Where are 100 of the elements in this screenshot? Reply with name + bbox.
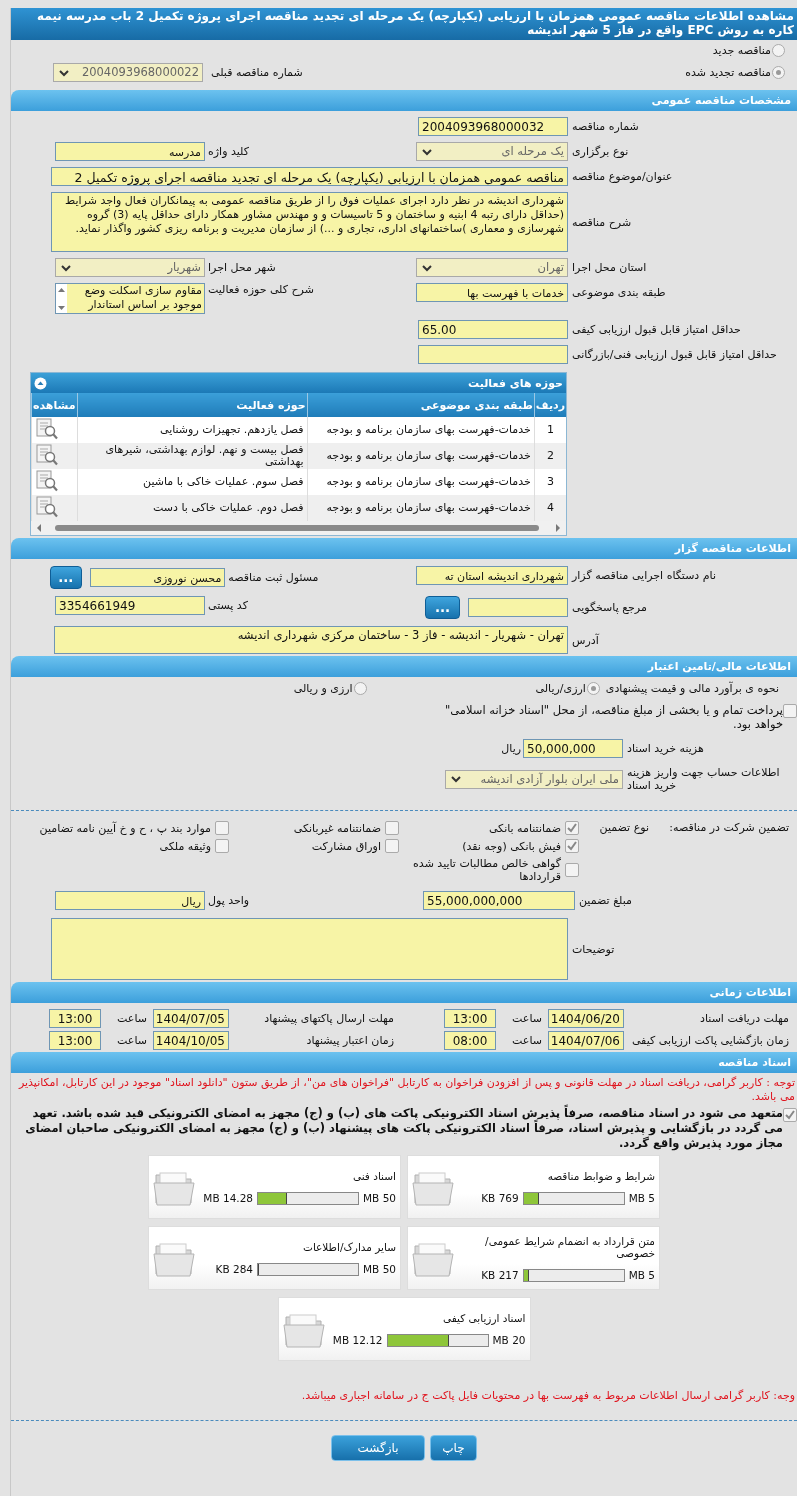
- file-size: 12.12 MB: [332, 1334, 383, 1346]
- field-label: واحد پول: [208, 894, 251, 907]
- text-field[interactable]: [468, 598, 568, 617]
- checkbox[interactable]: [565, 863, 579, 877]
- field-label: تضمین شرکت در مناقصه:: [668, 821, 789, 834]
- checkbox[interactable]: [215, 839, 229, 853]
- text-field[interactable]: محسن نوروزی: [89, 568, 226, 587]
- text-field[interactable]: 3354661949: [55, 596, 205, 615]
- checkbox[interactable]: [783, 704, 797, 718]
- radio-label: ارزی/ریالی: [535, 682, 586, 695]
- text-field[interactable]: [418, 345, 568, 364]
- checkbox[interactable]: [565, 839, 579, 853]
- checkbox-label: گواهی خالص مطالبات تایید شده قراردادها: [412, 857, 561, 883]
- field-label: زمان اعتبار پیشنهاد: [305, 1034, 394, 1047]
- field-label: ساعت: [116, 1034, 148, 1047]
- field-label: آدرس: [572, 633, 600, 647]
- date-field[interactable]: 1404/06/20: [548, 1009, 624, 1028]
- checkbox-label: وثیقه ملکی: [159, 839, 211, 853]
- field-label: زمان بازگشایی پاکت ارزیابی کیفی: [630, 1034, 789, 1047]
- caret-icon: [59, 68, 69, 77]
- radio-button[interactable]: [772, 44, 785, 57]
- text-field[interactable]: مدرسه: [55, 142, 205, 161]
- field-label: ساعت: [511, 1034, 543, 1047]
- section-header: اطلاعات مناقصه گزار: [11, 538, 797, 559]
- section-header: مشخصات مناقصه عمومی: [11, 90, 797, 111]
- browse-button[interactable]: ...: [425, 596, 460, 619]
- field-label: اطلاعات حساب جهت واریز هزینه خرید اسناد: [627, 766, 781, 792]
- time-field[interactable]: 13:00: [444, 1009, 496, 1028]
- view-document-icon[interactable]: [35, 469, 59, 492]
- text-field[interactable]: خدمات با فهرست بها: [416, 283, 568, 302]
- checkbox[interactable]: [565, 821, 579, 835]
- text-field[interactable]: ریال: [55, 891, 205, 910]
- checkbox[interactable]: [215, 821, 229, 835]
- text-field[interactable]: 50,000,000: [523, 739, 623, 758]
- checkbox-label: اوراق مشارکت: [311, 839, 381, 853]
- time-field[interactable]: 13:00: [49, 1031, 101, 1050]
- checkmark-icon: [785, 1110, 795, 1120]
- file-size: 769 KB: [481, 1192, 519, 1204]
- text-field[interactable]: مناقصه عمومی همزمان با ارزیابی (یکپارچه) یک مرحله ای تجدید مناقصه اجرای پروژه تکمیل 2: [51, 167, 568, 186]
- file-size: 217 KB: [481, 1269, 519, 1281]
- dropdown[interactable]: شهریار: [55, 258, 205, 277]
- notice-text: وجه: کاربر گرامی ارسال اطلاعات مربوط به فهرست بها در محتویات فایل پاکت ج در سامانه اجباری میباشد.: [300, 1389, 795, 1402]
- radio-label: مناقصه جدید: [712, 44, 771, 57]
- dropdown[interactable]: تهران: [416, 258, 568, 277]
- text-area[interactable]: [51, 918, 568, 980]
- radio-button[interactable]: [353, 682, 367, 695]
- print-button[interactable]: چاپ: [430, 1435, 477, 1461]
- browse-button[interactable]: ...: [50, 566, 82, 589]
- view-document-icon[interactable]: [35, 417, 59, 440]
- time-field[interactable]: 13:00: [49, 1009, 101, 1028]
- size-limit: 20 MB: [492, 1334, 526, 1346]
- checkbox[interactable]: [385, 839, 399, 853]
- checkbox-label: موارد بند پ ، ح و خ آیین نامه تضامین: [39, 821, 211, 835]
- back-button[interactable]: بازگشت: [331, 1435, 425, 1461]
- column-header: ردیف: [534, 393, 566, 417]
- checkbox[interactable]: [783, 1108, 797, 1122]
- date-field[interactable]: 1404/07/05: [153, 1009, 229, 1028]
- text-field[interactable]: تهران - شهریار - اندیشه - فاز 3 - ساختمان مرکزی شهرداری اندیشه: [54, 626, 568, 654]
- field-label: نوع تضمین: [598, 821, 649, 834]
- checkbox[interactable]: [385, 821, 399, 835]
- text-area[interactable]: شهرداری اندیشه در نظر دارد اجرای عملیات فوق را از طریق مناقصه عمومی به پیمانکاران فعال واجد شرایط (حداقل دارای رتبه 4 ابنیه و ساختمان و 5 تاسیسات و و مهندس مشاور همکار دارای حداقل پایه (3) گروه شهرسازی و معماری )ساختمانهای اداری، تجاری و ...) از سازمان مدیریت و برنامه ریزی کشور واگذار نماید.: [51, 192, 568, 252]
- field-label: حداقل امتیاز قابل قبول ارزیابی فنی/بازرگانی: [572, 348, 778, 361]
- text-field[interactable]: 2004093968000032: [418, 117, 568, 136]
- field-label: شماره مناقصه: [572, 120, 640, 133]
- date-field[interactable]: 1404/07/06: [548, 1031, 624, 1050]
- radio-button[interactable]: [586, 682, 600, 695]
- column-header: طبقه بندی موضوعی: [307, 393, 535, 417]
- file-title: متن قرارداد به انضمام شرایط عمومی/خصوصی: [484, 1234, 655, 1259]
- field-label: ساعت: [511, 1012, 543, 1025]
- dropdown[interactable]: یک مرحله ای: [416, 142, 568, 161]
- text-field[interactable]: شهرداری اندیشه استان ته: [416, 566, 568, 585]
- field-label: استان محل اجرا: [572, 261, 648, 274]
- field-label: مبلغ تضمین: [579, 894, 633, 907]
- view-document-icon[interactable]: [35, 443, 59, 466]
- view-document-icon[interactable]: [35, 495, 59, 518]
- file-title: اسناد فنی: [351, 1169, 396, 1182]
- field-label: کلید واژه: [208, 145, 250, 158]
- checkbox-label: پرداخت تمام و یا بخشی از مبلغ مناقصه، از محل "اسناد خزانه اسلامی" خواهد بود.: [443, 703, 783, 731]
- field-label: هزینه خرید اسناد: [627, 742, 705, 755]
- dropdown[interactable]: ملی ایران بلوار آزادی اندیشه: [445, 769, 623, 789]
- field-label: ساعت: [116, 1012, 148, 1025]
- time-field[interactable]: 08:00: [444, 1031, 496, 1050]
- text-field[interactable]: 65.00: [418, 320, 568, 339]
- field-label: طبقه بندی موضوعی: [572, 286, 667, 299]
- field-label: شماره مناقصه قبلی: [211, 66, 303, 79]
- file-size: 284 KB: [215, 1263, 253, 1275]
- checkbox-label: ضمانتنامه غیربانکی: [293, 821, 381, 835]
- caret-icon: [451, 775, 461, 783]
- column-header: حوزه فعالیت: [77, 393, 308, 417]
- dropdown[interactable]: 2004093968000022: [53, 63, 203, 82]
- commitment-text: متعهد می شود در اسناد مناقصه، صرفاً پذیرش اسناد الکترونیکی پاکت های (ب) و (ج) مجهز به امضای الکترونیکی قید شده باشد. تعهد می گردد در بازگشایی و پذیرش اسناد، صرفاً اسناد الکترونیکی پاکت های پیشنهاد (ب) و (ج) مجهز به امضای الکترونیکی صاحبان امضای مجاز مورد پذیرش واقع گردد.: [24, 1106, 783, 1151]
- date-field[interactable]: 1404/10/05: [153, 1031, 229, 1050]
- text-field[interactable]: 55,000,000,000: [423, 891, 575, 910]
- size-limit: 50 MB: [363, 1263, 396, 1275]
- section-header: اطلاعات مالی/تامین اعتبار: [11, 656, 797, 677]
- radio-button[interactable]: [772, 66, 785, 79]
- radio-label: مناقصه تجدید شده: [685, 66, 771, 79]
- field-label: مسئول ثبت مناقصه: [228, 571, 320, 584]
- field-label: حداقل امتیاز قابل قبول ارزیابی کیفی: [572, 323, 742, 336]
- field-label: نام دستگاه اجرایی مناقصه گزار: [572, 569, 717, 582]
